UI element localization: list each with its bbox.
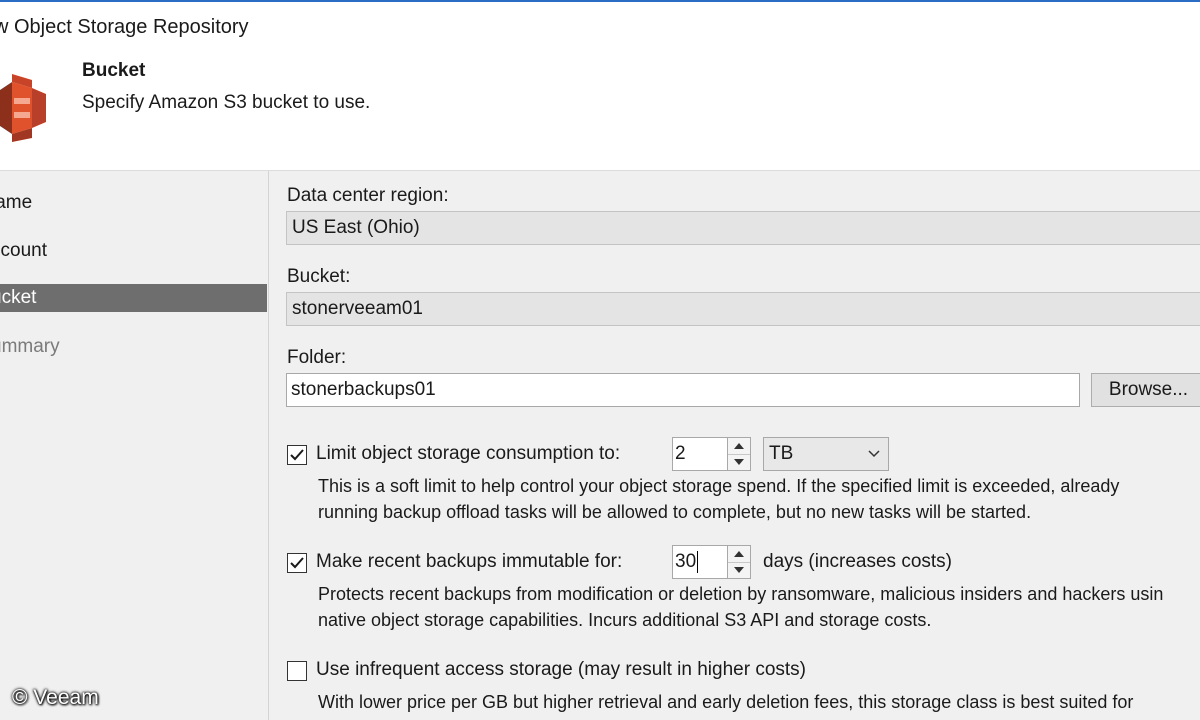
amazon-s3-bucket-icon bbox=[0, 72, 52, 144]
limit-consumption-label: Limit object storage consumption to: bbox=[316, 443, 621, 464]
checkmark-icon bbox=[290, 557, 304, 569]
infrequent-access-checkbox[interactable] bbox=[287, 661, 307, 681]
region-field[interactable]: US East (Ohio) bbox=[286, 211, 1200, 245]
limit-decrement-button[interactable] bbox=[728, 454, 750, 470]
immutable-description-line-1: Protects recent backups from modificatio… bbox=[318, 584, 1164, 604]
immutable-description-line-2: native object storage capabilities. Incu… bbox=[318, 610, 932, 630]
limit-description-line-2: running backup offload tasks will be all… bbox=[318, 502, 1032, 522]
immutable-days-value: 30 bbox=[675, 551, 697, 572]
immutable-checkbox[interactable] bbox=[287, 553, 307, 573]
region-label: Data center region: bbox=[287, 185, 449, 206]
folder-input[interactable]: stonerbackups01 bbox=[286, 373, 1080, 407]
wizard-header: Bucket Specify Amazon S3 bucket to use. bbox=[0, 52, 1200, 171]
wizard-window: w Object Storage Repository Bucket Speci… bbox=[0, 0, 1200, 720]
bucket-field[interactable]: stonerveeam01 bbox=[286, 292, 1200, 326]
window-title: w Object Storage Repository bbox=[0, 16, 249, 38]
step-name-label: lame bbox=[0, 192, 33, 213]
wizard-steps-sidebar: lame ccount ucket ummary bbox=[0, 171, 269, 720]
limit-increment-button[interactable] bbox=[728, 438, 750, 455]
immutable-days-input[interactable]: 30 bbox=[672, 545, 728, 579]
immutable-increment-button[interactable] bbox=[728, 546, 750, 563]
step-account[interactable]: ccount bbox=[0, 237, 267, 265]
chevron-down-icon bbox=[868, 450, 880, 458]
header-subtitle: Specify Amazon S3 bucket to use. bbox=[82, 92, 371, 113]
immutable-label: Make recent backups immutable for: bbox=[316, 551, 623, 572]
arrow-down-icon bbox=[734, 459, 744, 465]
step-summary: ummary bbox=[0, 333, 267, 361]
infrequent-description-line-1: With lower price per GB but higher retri… bbox=[318, 692, 1134, 712]
step-account-label: ccount bbox=[0, 240, 47, 261]
step-bucket[interactable]: ucket bbox=[0, 284, 267, 312]
arrow-down-icon bbox=[734, 567, 744, 573]
bucket-settings-panel: Data center region: US East (Ohio) Bucke… bbox=[269, 171, 1200, 720]
limit-description-line-1: This is a soft limit to help control you… bbox=[318, 476, 1120, 496]
title-bar: w Object Storage Repository bbox=[0, 0, 1200, 52]
limit-value-input[interactable]: 2 bbox=[672, 437, 728, 471]
checkmark-icon bbox=[290, 449, 304, 461]
copyright-watermark: © Veeam bbox=[12, 686, 99, 709]
immutable-decrement-button[interactable] bbox=[728, 562, 750, 578]
limit-unit-value: TB bbox=[769, 443, 794, 464]
header-title: Bucket bbox=[82, 60, 146, 81]
infrequent-access-label: Use infrequent access storage (may resul… bbox=[316, 659, 806, 680]
step-bucket-label: ucket bbox=[0, 287, 37, 308]
text-cursor bbox=[697, 550, 699, 573]
bucket-label: Bucket: bbox=[287, 266, 351, 287]
immutable-days-suffix: days (increases costs) bbox=[763, 551, 953, 572]
arrow-up-icon bbox=[734, 443, 744, 449]
limit-unit-select[interactable]: TB bbox=[763, 437, 889, 471]
limit-value-spinner bbox=[727, 437, 751, 471]
arrow-up-icon bbox=[734, 551, 744, 557]
folder-label: Folder: bbox=[287, 347, 347, 368]
immutable-days-spinner bbox=[727, 545, 751, 579]
step-summary-label: ummary bbox=[0, 336, 60, 357]
browse-button[interactable]: Browse... bbox=[1091, 373, 1200, 407]
step-name[interactable]: lame bbox=[0, 189, 267, 217]
limit-consumption-checkbox[interactable] bbox=[287, 445, 307, 465]
